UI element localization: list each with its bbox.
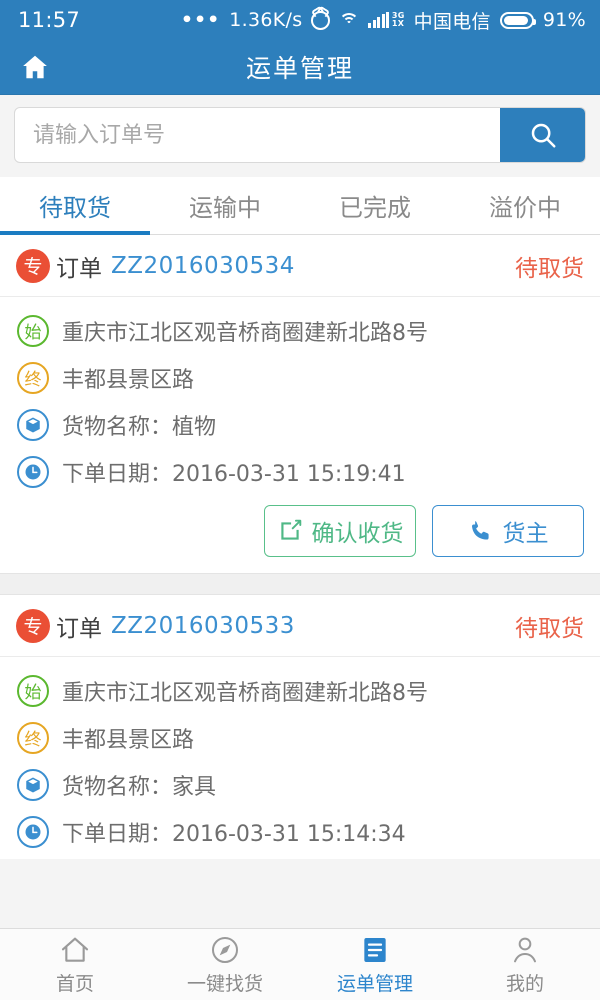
clock-icon [16, 455, 50, 489]
destination-marker-label: 终 [17, 721, 49, 754]
nav-label: 运单管理 [336, 972, 413, 995]
call-shipper-button[interactable]: 货主 [432, 505, 584, 557]
destination-row: 终 丰都县景区路 [16, 714, 584, 761]
box-icon [16, 408, 50, 442]
destination-marker-icon: 终 [16, 361, 50, 395]
status-tabs: 待取货 运输中 已完成 溢价中 [0, 177, 600, 235]
order-date-row: 下单日期：2016-03-31 15:19:41 [16, 448, 584, 495]
battery-icon [499, 11, 536, 29]
order-date: 下单日期：2016-03-31 15:19:41 [62, 461, 406, 487]
origin-address: 重庆市江北区观音桥商圈建新北路8号 [62, 320, 428, 346]
person-icon [514, 937, 536, 962]
clock-icon [16, 815, 50, 849]
order-card-header: 专 订单 ZZ2016030534 待取货 [0, 235, 600, 297]
signal-icon: 3G 1X [368, 12, 404, 28]
destination-address: 丰都县景区路 [62, 367, 195, 393]
tab-label: 溢价中 [489, 194, 561, 222]
carrier-name: 中国电信 [413, 10, 491, 33]
origin-marker-label: 始 [17, 674, 49, 707]
destination-marker-label: 终 [17, 361, 49, 394]
destination-row: 终 丰都县景区路 [16, 354, 584, 401]
confirm-receipt-label: 确认收货 [311, 521, 404, 547]
home-icon [61, 937, 89, 962]
network-speed: 1.36K/s [229, 9, 303, 31]
tab-completed[interactable]: 已完成 [300, 177, 450, 234]
box-icon-shape [17, 768, 49, 801]
page-title: 运单管理 [245, 54, 354, 83]
order-card-header: 专 订单 ZZ2016030533 待取货 [0, 595, 600, 657]
order-label: 订单 [56, 255, 102, 282]
order-list: 专 订单 ZZ2016030534 待取货 始 重庆市江北区观音桥商圈建新北路8… [0, 235, 600, 859]
order-actions: 确认收货 货主 [0, 499, 600, 573]
dedicated-badge-icon: 专 [16, 608, 50, 643]
bottom-navigation: 首页 一键找货 运单管理 我的 [0, 928, 600, 1000]
order-card[interactable]: 专 订单 ZZ2016030533 待取货 始 重庆市江北区观音桥商圈建新北路8… [0, 595, 600, 859]
cargo-name: 货物名称：植物 [62, 414, 217, 440]
origin-row: 始 重庆市江北区观音桥商圈建新北路8号 [16, 667, 584, 714]
search-bar [14, 107, 586, 163]
box-icon-shape [17, 408, 49, 441]
cargo-name: 货物名称：家具 [62, 774, 217, 800]
nav-item-waybill[interactable]: 运单管理 [300, 929, 450, 1000]
search-button[interactable] [500, 108, 585, 162]
clock-icon-shape [17, 815, 49, 848]
home-icon[interactable] [14, 46, 56, 88]
order-card[interactable]: 专 订单 ZZ2016030534 待取货 始 重庆市江北区观音桥商圈建新北路8… [0, 235, 600, 573]
cargo-row: 货物名称：植物 [16, 401, 584, 448]
origin-marker-icon: 始 [16, 674, 50, 708]
order-details: 始 重庆市江北区观音桥商圈建新北路8号 终 丰都县景区路 [0, 657, 600, 859]
clock-icon-shape [17, 455, 49, 488]
list-divider [0, 573, 600, 595]
order-number[interactable]: ZZ2016030533 [111, 613, 295, 639]
tab-in-transit[interactable]: 运输中 [150, 177, 300, 234]
order-number[interactable]: ZZ2016030534 [111, 253, 295, 279]
tab-label: 待取货 [39, 194, 111, 222]
origin-marker-label: 始 [17, 314, 49, 347]
origin-marker-icon: 始 [16, 314, 50, 348]
confirm-receipt-button[interactable]: 确认收货 [264, 505, 416, 557]
origin-row: 始 重庆市江北区观音桥商圈建新北路8号 [16, 307, 584, 354]
nav-item-find-cargo[interactable]: 一键找货 [150, 929, 300, 1000]
order-date: 下单日期：2016-03-31 15:14:34 [62, 821, 406, 847]
status-bar: 11:57 ••• 1.36K/s 3G 1X 中国电信 91% [0, 0, 600, 40]
call-shipper-label: 货主 [502, 521, 549, 547]
tab-label: 运输中 [189, 194, 261, 222]
destination-marker-icon: 终 [16, 721, 50, 755]
wifi-icon [339, 12, 360, 28]
nav-item-profile[interactable]: 我的 [450, 929, 600, 1000]
order-label: 订单 [56, 615, 102, 642]
network-type: 3G 1X [392, 12, 405, 28]
edit-icon [280, 519, 301, 540]
app-root: 11:57 ••• 1.36K/s 3G 1X 中国电信 91% 运单管理 请输… [0, 0, 600, 1000]
tab-premium[interactable]: 溢价中 [450, 177, 600, 234]
nav-label: 一键找货 [186, 972, 263, 995]
search-input[interactable] [15, 108, 500, 162]
dedicated-badge-icon: 专 [16, 248, 50, 283]
title-bar: 运单管理 [0, 40, 600, 95]
nav-item-home[interactable]: 首页 [0, 929, 150, 1000]
battery-percent: 91% [542, 9, 586, 31]
box-icon [16, 768, 50, 802]
search-area [0, 95, 600, 177]
order-date-row: 下单日期：2016-03-31 15:14:34 [16, 808, 584, 855]
origin-address: 重庆市江北区观音桥商圈建新北路8号 [62, 680, 428, 706]
cargo-row: 货物名称：家具 [16, 761, 584, 808]
compass-icon [212, 936, 238, 963]
status-bar-right: ••• 1.36K/s 3G 1X 中国电信 91% [181, 7, 586, 34]
destination-address: 丰都县景区路 [62, 727, 195, 753]
document-icon [364, 937, 386, 962]
tab-label: 已完成 [339, 194, 411, 222]
order-details: 始 重庆市江北区观音桥商圈建新北路8号 终 丰都县景区路 [0, 297, 600, 499]
more-dots-icon: ••• [180, 9, 221, 31]
status-clock: 11:57 [18, 8, 81, 32]
status-badge: 待取货 [515, 255, 584, 282]
nav-label: 我的 [505, 972, 544, 995]
tab-pending-pickup[interactable]: 待取货 [0, 177, 150, 235]
status-badge: 待取货 [515, 615, 584, 642]
alarm-icon [311, 10, 331, 30]
nav-label: 首页 [55, 972, 94, 995]
network-type-bottom: 1X [391, 19, 405, 28]
phone-icon [471, 521, 489, 540]
